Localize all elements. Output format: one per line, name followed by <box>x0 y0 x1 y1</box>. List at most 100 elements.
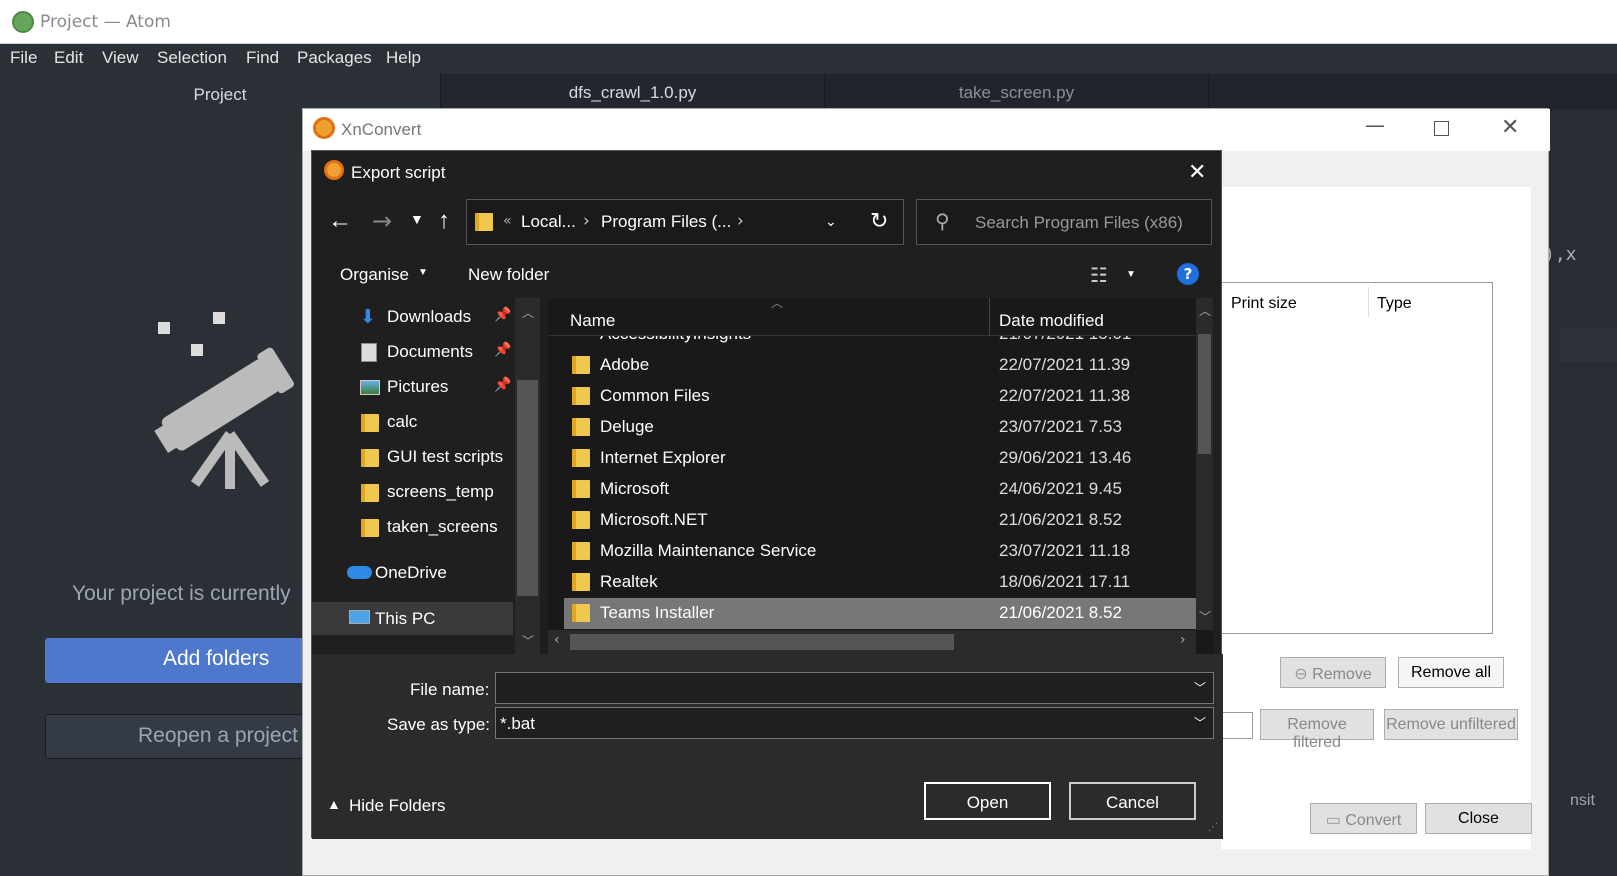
file-row[interactable]: Microsoft.NET 21/06/2021 8.52 <box>562 505 1202 536</box>
nav-onedrive[interactable]: OneDrive <box>375 563 447 583</box>
col-type[interactable]: Type <box>1377 295 1412 313</box>
dialog-close-icon[interactable]: ✕ <box>1188 159 1206 185</box>
remove-button[interactable]: ⊖ Remove <box>1280 657 1386 688</box>
maximize-icon[interactable] <box>1434 121 1449 136</box>
atom-logo-icon <box>12 11 34 33</box>
nav-pictures[interactable]: Pictures <box>387 377 448 397</box>
remove-filtered-button[interactable]: Remove filtered <box>1260 709 1374 751</box>
menu-edit[interactable]: Edit <box>54 48 83 68</box>
menu-selection[interactable]: Selection <box>157 48 227 68</box>
nav-this-pc[interactable]: This PC <box>375 609 435 629</box>
folder-icon <box>361 484 379 502</box>
remove-all-button[interactable]: Remove all <box>1398 657 1504 688</box>
file-name: Common Files <box>600 386 710 405</box>
remove-unfiltered-button[interactable]: Remove unfiltered <box>1384 709 1518 740</box>
organise-menu[interactable]: Organise <box>340 265 409 285</box>
open-button[interactable]: Open <box>924 782 1051 820</box>
file-list-hscrollbar[interactable]: ‹ › <box>548 630 1196 654</box>
pin-icon[interactable]: 📌 <box>494 377 511 393</box>
save-type-value: *.bat <box>500 714 535 733</box>
nav-gui-test-scripts[interactable]: GUI test scripts <box>387 447 503 467</box>
folder-icon <box>572 604 590 622</box>
file-row[interactable]: Internet Explorer 29/06/2021 13.46 <box>562 443 1202 474</box>
minimize-icon[interactable]: — <box>1365 113 1385 137</box>
file-row[interactable]: Deluge 23/07/2021 7.53 <box>562 412 1202 443</box>
menu-packages[interactable]: Packages <box>297 48 372 68</box>
chevron-down-icon[interactable]: ⌄ <box>825 213 837 230</box>
menu-help[interactable]: Help <box>386 48 421 68</box>
close-window-icon[interactable]: ✕ <box>1501 115 1519 140</box>
remove-label: Remove <box>1312 666 1372 683</box>
file-row[interactable]: Microsoft 24/06/2021 9.45 <box>562 474 1202 505</box>
nav-scrollbar[interactable]: ︿ ﹀ <box>515 298 540 654</box>
editor-pane: ),x nsit <box>1544 110 1617 876</box>
file-date: 23/07/2021 11.18 <box>999 541 1131 560</box>
file-name-label: File name: <box>410 680 490 699</box>
new-folder-button[interactable]: New folder <box>468 265 549 285</box>
chevron-right-icon[interactable]: › <box>737 211 744 231</box>
file-name-input[interactable]: ﹀ <box>495 672 1214 704</box>
up-arrow-icon[interactable]: ↑ <box>438 207 450 235</box>
atom-menubar: File Edit View Selection Find Packages H… <box>0 44 1617 74</box>
folder-icon <box>572 449 590 467</box>
view-dropdown-icon[interactable]: ▼ <box>1126 269 1136 280</box>
organise-dropdown-icon[interactable]: ▼ <box>418 267 428 278</box>
file-row[interactable]: Realtek 18/06/2021 17.11 <box>562 567 1202 598</box>
telescope-icon <box>154 312 294 489</box>
nav-documents[interactable]: Documents <box>387 342 473 362</box>
file-date: 22/07/2021 11.39 <box>999 355 1131 374</box>
pin-icon[interactable]: 📌 <box>494 342 511 358</box>
file-row[interactable]: Adobe 22/07/2021 11.39 <box>562 350 1202 381</box>
folder-icon <box>572 542 590 560</box>
help-icon[interactable]: ? <box>1177 263 1199 285</box>
tab-take-screen[interactable]: take_screen.py <box>825 74 1209 111</box>
col-name[interactable]: Name <box>570 311 615 331</box>
nav-taken-screens[interactable]: taken_screens <box>387 517 498 537</box>
file-date: 22/07/2021 11.38 <box>999 386 1131 405</box>
refresh-icon[interactable]: ↻ <box>870 208 888 234</box>
search-box[interactable]: ⚲ Search Program Files (x86) <box>916 199 1212 245</box>
file-row[interactable]: Common Files 22/07/2021 11.38 <box>562 381 1202 412</box>
nav-screens-temp[interactable]: screens_temp <box>387 482 494 502</box>
menu-file[interactable]: File <box>10 48 37 68</box>
xnconvert-titlebar: XnConvert — ✕ <box>303 109 1550 151</box>
chevron-up-icon[interactable]: ▲ <box>327 796 341 812</box>
cancel-button[interactable]: Cancel <box>1069 782 1196 820</box>
breadcrumb-program-files[interactable]: Program Files (... <box>601 212 731 232</box>
save-type-select[interactable]: *.bat ﹀ <box>495 707 1214 739</box>
col-print-size[interactable]: Print size <box>1231 295 1297 313</box>
col-date-modified[interactable]: Date modified <box>999 311 1104 331</box>
nav-calc[interactable]: calc <box>387 412 417 432</box>
chevron-down-icon[interactable]: ﹀ <box>1194 679 1206 696</box>
file-list: ︿ Name Date modified AccessibilityInsigh… <box>548 296 1213 654</box>
xn-file-list: Print size Type <box>1221 282 1493 634</box>
menu-find[interactable]: Find <box>246 48 279 68</box>
close-button[interactable]: Close <box>1425 803 1532 834</box>
file-list-vscrollbar[interactable]: ︿ ﹀ <box>1196 298 1213 630</box>
breadcrumb-overflow[interactable]: « <box>503 213 512 229</box>
hide-folders-button[interactable]: Hide Folders <box>349 796 445 816</box>
folder-icon <box>572 356 590 374</box>
resize-grip-icon[interactable]: ⋰ <box>1208 822 1218 833</box>
file-row[interactable]: Mozilla Maintenance Service 23/07/2021 11… <box>562 536 1202 567</box>
partial-row: AccessibilityInsights 21/07/2021 15.01 <box>548 336 1196 344</box>
nav-downloads[interactable]: Downloads <box>387 307 471 327</box>
menu-view[interactable]: View <box>102 48 139 68</box>
sidebar-tab-project[interactable]: Project <box>0 74 440 111</box>
file-row-selected[interactable]: Teams Installer 21/06/2021 8.52 <box>564 598 1196 629</box>
filter-input[interactable] <box>1221 712 1253 739</box>
computer-icon <box>349 610 370 624</box>
export-script-dialog: Export script ✕ ← → ▼ ↑ « Local... › Pro… <box>311 150 1223 839</box>
address-bar[interactable]: « Local... › Program Files (... › ⌄ ↻ <box>466 199 904 245</box>
chevron-down-icon[interactable]: ﹀ <box>1194 714 1206 731</box>
breadcrumb-local[interactable]: Local... <box>521 212 576 232</box>
forward-arrow-icon[interactable]: → <box>372 207 392 235</box>
tab-bar-empty <box>1209 74 1617 111</box>
convert-button[interactable]: ▭ Convert <box>1310 803 1417 834</box>
back-arrow-icon[interactable]: ← <box>328 207 352 235</box>
tab-dfs-crawl[interactable]: dfs_crawl_1.0.py <box>441 74 825 111</box>
pin-icon[interactable]: 📌 <box>494 307 511 323</box>
recent-dropdown-icon[interactable]: ▼ <box>410 211 424 227</box>
folder-icon <box>361 449 379 467</box>
view-options-icon[interactable]: ☷ <box>1090 263 1108 287</box>
